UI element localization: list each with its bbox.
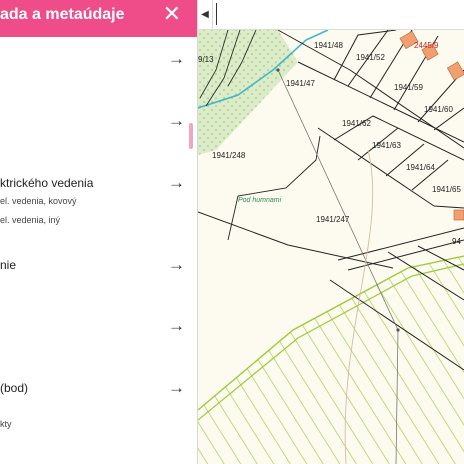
layer-sub-label: el. vedenia, iný [0,215,61,225]
arrow-right-icon[interactable]: → [168,50,185,67]
map-toolbar: ◀ [198,0,464,30]
parcel-label-red: 2445/9 [414,41,439,50]
parcel-boundary [337,227,464,261]
parcel-label: 1941/52 [356,53,385,62]
parcel-label: 1941/63 [372,141,401,150]
layer-row-5[interactable]: → [0,317,188,339]
parcel-label: 1941/64 [406,163,435,172]
parcel-label: 1941/60 [424,105,453,114]
layer-row-label: ktrického vedenia [0,176,94,190]
parcel-label: 9/13 [198,55,214,64]
layer-sub-label: kty [0,419,12,429]
parcel-label: 1941/59 [394,83,423,92]
utility-point [276,68,280,72]
panel-header: ada a metaúdaje ✕ [0,0,197,37]
layer-row-1[interactable]: → [0,50,188,72]
layer-row-4[interactable]: nie → [0,256,188,278]
parcel-label: 94 [452,237,461,246]
layer-row-label: nie [0,258,17,272]
parcel-label: 1941/65 [432,185,461,194]
arrow-right-icon[interactable]: → [168,379,185,396]
layer-panel: ada a metaúdaje ✕ → → ktrického vedenia … [0,0,198,464]
place-name-label: Pod humnami [238,197,282,204]
layer-row-6[interactable]: (bod) → kty [0,379,188,429]
arrow-right-icon[interactable]: → [168,317,185,334]
arrow-right-icon[interactable]: → [168,174,185,191]
arrow-right-icon[interactable]: → [168,256,185,273]
building [453,209,464,221]
layer-row-label: (bod) [0,381,29,395]
parcel-label: 1941/48 [314,41,343,50]
parcel-boundary [198,211,394,269]
panel-scrollbar[interactable] [189,123,193,149]
panel-title: ada a metaúdaje [0,6,125,23]
parcel-label: 1941/248 [212,151,246,160]
layer-row-3[interactable]: ktrického vedenia → el. vedenia, kovový … [0,174,188,230]
arrow-right-icon[interactable]: → [168,112,185,129]
arable-land [198,256,464,464]
map-canvas[interactable]: 1941/48 1941/52 1941/47 1941/59 1941/60 … [198,0,464,464]
parcel-boundary [433,205,464,209]
parcel-label: 1941/47 [286,79,315,88]
search-input[interactable] [216,3,456,25]
chevron-left-icon[interactable]: ◀ [198,0,213,29]
layer-row-2[interactable]: → [0,112,188,134]
layer-sub-label: el. vedenia, kovový [0,196,77,206]
parcel-boundary [297,61,464,143]
utility-point [396,328,400,332]
building [446,61,464,81]
cadastral-map[interactable]: 1941/48 1941/52 1941/47 1941/59 1941/60 … [198,0,464,464]
parcel-label: 1941/247 [316,215,350,224]
parcel-label: 1941/62 [342,119,371,128]
close-icon[interactable]: ✕ [163,3,181,25]
